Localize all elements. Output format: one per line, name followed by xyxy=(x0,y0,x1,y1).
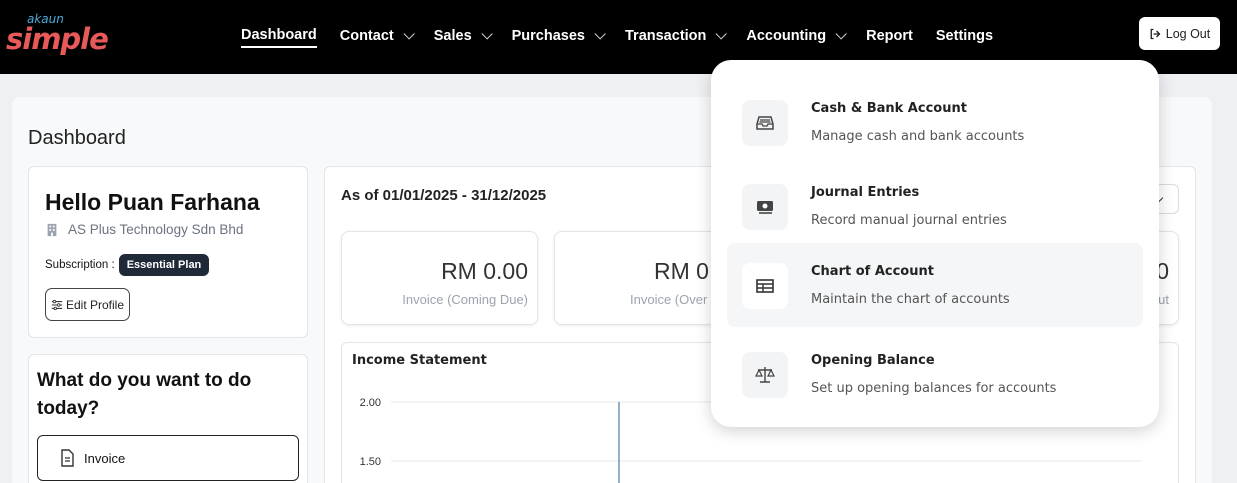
period-label: As of 01/01/2025 - 31/12/2025 xyxy=(341,187,547,204)
stat-label: Invoice (Over xyxy=(630,292,708,307)
nav-transaction[interactable]: Transaction xyxy=(625,26,728,46)
sliders-icon xyxy=(51,299,63,310)
menu-item-desc: Set up opening balances for accounts xyxy=(811,381,1057,396)
invoice-button[interactable]: Invoice xyxy=(37,435,299,481)
menu-item-desc: Maintain the chart of accounts xyxy=(811,292,1010,307)
subscription-label: Subscription : xyxy=(45,259,115,271)
money-bill-icon xyxy=(757,201,773,214)
greeting: Hello Puan Farhana xyxy=(45,189,260,215)
company-row: AS Plus Technology Sdn Bhd xyxy=(45,222,243,237)
edit-profile-button[interactable]: Edit Profile xyxy=(45,288,130,321)
chevron-down-icon xyxy=(715,28,728,40)
chart-title: Income Statement xyxy=(352,353,487,368)
y-tick-label: 1.50 xyxy=(360,456,381,468)
y-tick-label: 2.00 xyxy=(360,397,381,409)
edit-profile-label: Edit Profile xyxy=(65,297,125,312)
building-icon xyxy=(47,223,57,236)
logo-big-text: simple xyxy=(6,22,109,56)
app-logo[interactable]: akaun simple xyxy=(6,12,109,58)
nav-accounting[interactable]: Accounting xyxy=(746,26,847,46)
menu-item-desc: Manage cash and bank accounts xyxy=(811,129,1025,144)
stat-amount: RM 0 xyxy=(654,258,709,284)
plan-badge: Essential Plan xyxy=(118,254,210,276)
accounting-dropdown: Cash & Bank Account Manage cash and bank… xyxy=(711,60,1159,427)
table-icon xyxy=(756,279,774,293)
stat-label: ut xyxy=(1158,292,1169,307)
nav-dashboard[interactable]: Dashboard xyxy=(241,26,317,48)
menu-item-desc: Record manual journal entries xyxy=(811,213,1007,228)
nav-report[interactable]: Report xyxy=(866,26,913,46)
nav-contact[interactable]: Contact xyxy=(340,26,415,46)
stat-amount: RM 0.00 xyxy=(441,258,528,284)
menu-item-title: Opening Balance xyxy=(811,353,935,368)
subscription-row: Subscription : Essential Plan xyxy=(45,254,210,276)
invoice-label: Invoice xyxy=(84,450,126,466)
menu-item-opening-balance[interactable]: Opening Balance Set up opening balances … xyxy=(727,332,1143,416)
chevron-down-icon xyxy=(594,28,606,40)
nav-purchases[interactable]: Purchases xyxy=(512,26,606,46)
chevron-down-icon xyxy=(403,28,415,40)
logout-button[interactable]: Log Out xyxy=(1139,17,1220,50)
document-icon xyxy=(61,449,74,467)
inbox-tray-icon xyxy=(756,116,774,130)
menu-item-chart-of-account[interactable]: Chart of Account Maintain the chart of a… xyxy=(727,243,1143,327)
logout-label: Log Out xyxy=(1165,26,1211,41)
menu-item-journal[interactable]: Journal Entries Record manual journal en… xyxy=(727,164,1143,248)
chevron-down-icon xyxy=(835,28,847,40)
logout-icon xyxy=(1150,28,1161,39)
stat-label: Invoice (Coming Due) xyxy=(402,292,528,307)
quick-actions-card: What do you want to do today? Invoice xyxy=(28,354,308,483)
menu-item-cash-bank[interactable]: Cash & Bank Account Manage cash and bank… xyxy=(727,80,1143,164)
menu-item-title: Journal Entries xyxy=(811,185,920,200)
nav-settings[interactable]: Settings xyxy=(936,26,993,46)
chevron-down-icon xyxy=(481,28,493,40)
nav-menu: Dashboard Contact Sales Purchases Transa… xyxy=(241,24,1016,48)
page-title: Dashboard xyxy=(28,127,126,149)
menu-item-title: Cash & Bank Account xyxy=(811,101,967,116)
company-name: AS Plus Technology Sdn Bhd xyxy=(68,222,244,237)
scale-balance-icon xyxy=(755,367,775,383)
profile-card: Hello Puan Farhana AS Plus Technology Sd… xyxy=(28,166,308,338)
stat-card: RM 0.00 Invoice (Coming Due) xyxy=(341,231,538,325)
quick-actions-title: What do you want to do today? xyxy=(37,370,252,419)
nav-sales[interactable]: Sales xyxy=(434,26,493,46)
menu-item-title: Chart of Account xyxy=(811,264,934,279)
